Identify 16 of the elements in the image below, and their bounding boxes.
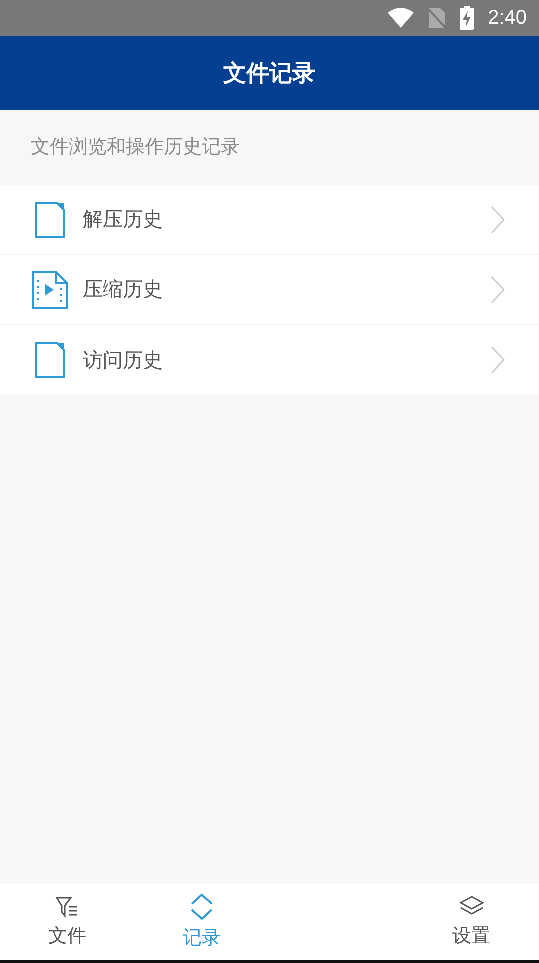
document-icon <box>32 342 68 378</box>
chevron-right-icon <box>491 206 505 234</box>
no-sim-icon <box>428 7 446 29</box>
up-down-chevron-icon <box>190 893 214 921</box>
battery-charging-icon <box>460 6 474 30</box>
chevron-right-icon <box>491 276 505 304</box>
clock-time: 2:40 <box>488 6 527 30</box>
nav-tab[interactable]: 设置 <box>404 884 539 960</box>
section-caption: 文件浏览和操作历史记录 <box>30 135 241 160</box>
chevron-right-icon <box>491 346 505 374</box>
nav-tab[interactable]: 文件 <box>0 884 135 960</box>
document-icon <box>32 202 68 238</box>
wifi-icon <box>388 8 414 28</box>
video-file-icon <box>32 270 68 308</box>
page-title: 文件记录 <box>224 60 316 88</box>
filter-list-icon <box>55 895 80 919</box>
